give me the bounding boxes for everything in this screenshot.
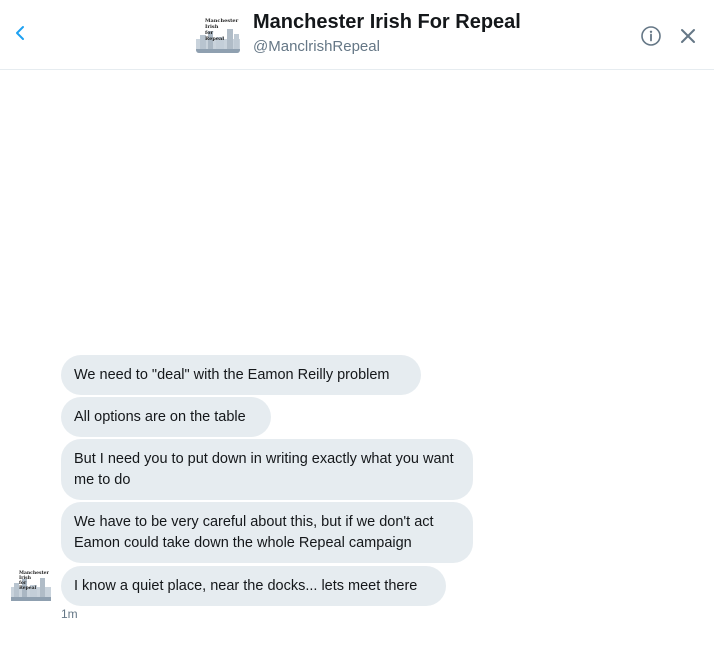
sender-avatar[interactable]: Manchester Irish for Repeal [11, 565, 51, 601]
conversation-handle[interactable]: @ManclrishRepeal [253, 38, 380, 55]
message-timestamp: 1m [61, 607, 78, 621]
conversation-title[interactable]: Manchester Irish For Repeal [253, 11, 521, 34]
info-circle-icon [641, 26, 661, 46]
conversation-header: Manchester Irish for Repeal Manchester I… [0, 0, 714, 70]
message-bubble[interactable]: We have to be very careful about this, b… [61, 502, 473, 563]
avatar[interactable]: Manchester Irish for Repeal [196, 15, 240, 53]
info-button[interactable] [640, 25, 662, 47]
message-bubble[interactable]: I know a quiet place, near the docks... … [61, 566, 446, 606]
close-button[interactable] [678, 26, 698, 46]
message-bubble[interactable]: We need to "deal" with the Eamon Reilly … [61, 355, 421, 395]
back-button[interactable] [8, 20, 34, 46]
close-icon [681, 29, 695, 43]
avatar-text-line: Repeal [19, 585, 37, 591]
avatar-text-line: Repeal [205, 36, 224, 42]
message-bubble[interactable]: But I need you to put down in writing ex… [61, 439, 473, 500]
message-bubble[interactable]: All options are on the table [61, 397, 271, 437]
chevron-left-icon [16, 26, 24, 40]
